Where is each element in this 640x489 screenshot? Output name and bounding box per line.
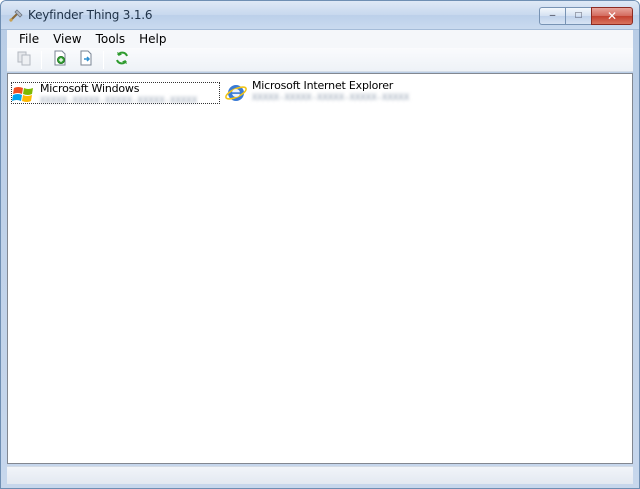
status-bar [7,466,633,484]
toolbar [7,48,633,72]
caption-buttons: – □ ✕ [539,7,633,25]
menu-view[interactable]: View [46,32,88,46]
export-button[interactable] [75,49,97,71]
product-list[interactable]: Microsoft Windows XXXXX-XXXXX-XXXXX-XXXX… [7,73,633,464]
app-window: Keyfinder Thing 3.1.6 – □ ✕ File View To… [0,0,640,489]
close-button[interactable]: ✕ [591,7,633,25]
window-title: Keyfinder Thing 3.1.6 [28,8,153,22]
product-key: XXXXX-XXXXX-XXXXX-XXXXX-XXXXX [40,96,198,106]
menu-file[interactable]: File [12,32,46,46]
refresh-button[interactable] [111,49,133,71]
export-icon [78,50,94,69]
list-item[interactable]: Microsoft Windows XXXXX-XXXXX-XXXXX-XXXX… [11,82,220,106]
menu-tools[interactable]: Tools [89,32,133,46]
save-button[interactable] [49,49,71,71]
product-name: Microsoft Internet Explorer [252,79,394,92]
product-name: Microsoft Windows [40,82,140,95]
app-icon [8,8,24,24]
title-bar[interactable]: Keyfinder Thing 3.1.6 – □ ✕ [1,1,639,30]
copy-button[interactable] [13,49,35,71]
save-icon [52,50,68,69]
windows-logo-icon [12,83,36,105]
internet-explorer-icon [224,80,248,102]
toolbar-separator [41,50,42,69]
menu-bar: File View Tools Help [7,30,633,48]
list-item[interactable]: Microsoft Internet Explorer XXXXX-XXXXX-… [224,80,424,104]
minimize-button[interactable]: – [539,7,565,25]
refresh-icon [114,50,130,69]
copy-icon [16,50,32,69]
product-key: XXXXX-XXXXX-XXXXX-XXXXX-XXXXX [252,93,410,103]
maximize-button[interactable]: □ [565,7,591,25]
toolbar-separator [103,50,104,69]
menu-help[interactable]: Help [132,32,173,46]
